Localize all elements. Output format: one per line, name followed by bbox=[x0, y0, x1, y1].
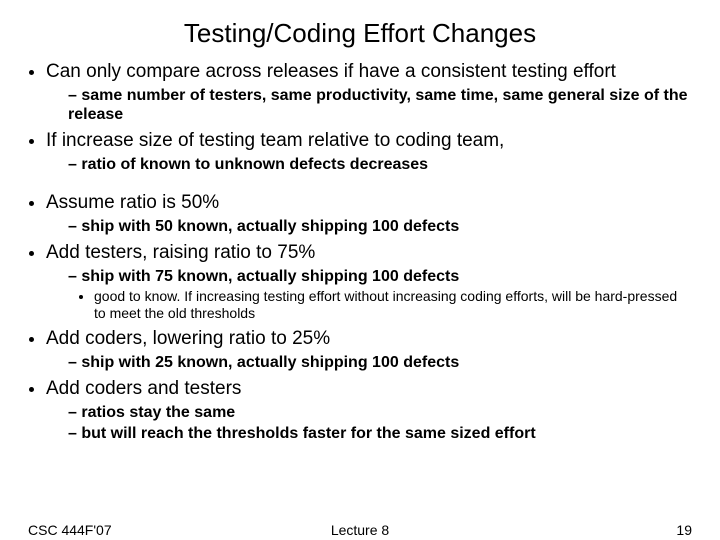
footer-right: 19 bbox=[676, 522, 692, 538]
bullet-item: Add testers, raising ratio to 75% ship wi… bbox=[46, 242, 692, 322]
bullet-text: ratio of known to unknown defects decrea… bbox=[81, 156, 428, 173]
bullet-text: Add coders and testers bbox=[46, 378, 241, 399]
sub-sub-bullet-item: good to know. If increasing testing effo… bbox=[94, 288, 692, 322]
sub-bullet-item: but will reach the thresholds faster for… bbox=[68, 424, 692, 443]
bullet-text: Add testers, raising ratio to 75% bbox=[46, 242, 315, 263]
slide-title: Testing/Coding Effort Changes bbox=[0, 0, 720, 55]
bullet-text: same number of testers, same productivit… bbox=[68, 87, 688, 123]
nested-list: ratios stay the same but will reach the t… bbox=[68, 403, 692, 443]
sub-bullet-item: ship with 50 known, actually shipping 10… bbox=[68, 217, 692, 236]
nested-list: ship with 50 known, actually shipping 10… bbox=[68, 217, 692, 236]
bullet-item: Can only compare across releases if have… bbox=[46, 61, 692, 124]
bullet-list: Can only compare across releases if have… bbox=[46, 61, 692, 443]
nested-list: good to know. If increasing testing effo… bbox=[94, 288, 692, 322]
bullet-text: but will reach the thresholds faster for… bbox=[81, 425, 535, 442]
bullet-item: If increase size of testing team relativ… bbox=[46, 130, 692, 174]
bullet-text: ship with 75 known, actually shipping 10… bbox=[81, 268, 459, 285]
slide: Testing/Coding Effort Changes Can only c… bbox=[0, 0, 720, 540]
bullet-text: Can only compare across releases if have… bbox=[46, 61, 616, 82]
sub-bullet-item: ratio of known to unknown defects decrea… bbox=[68, 155, 692, 174]
bullet-text: good to know. If increasing testing effo… bbox=[94, 288, 677, 321]
bullet-item: Add coders, lowering ratio to 25% ship wi… bbox=[46, 328, 692, 372]
sub-bullet-item: ratios stay the same bbox=[68, 403, 692, 422]
spacer bbox=[46, 176, 692, 186]
footer-center: Lecture 8 bbox=[0, 522, 720, 538]
sub-bullet-item: ship with 25 known, actually shipping 10… bbox=[68, 353, 692, 372]
bullet-text: ship with 50 known, actually shipping 10… bbox=[81, 218, 459, 235]
bullet-text: ship with 25 known, actually shipping 10… bbox=[81, 354, 459, 371]
sub-bullet-item: same number of testers, same productivit… bbox=[68, 86, 692, 124]
nested-list: ratio of known to unknown defects decrea… bbox=[68, 155, 692, 174]
bullet-item: Assume ratio is 50% ship with 50 known, a… bbox=[46, 192, 692, 236]
nested-list: ship with 75 known, actually shipping 10… bbox=[68, 267, 692, 322]
sub-bullet-item: ship with 75 known, actually shipping 10… bbox=[68, 267, 692, 322]
bullet-text: Add coders, lowering ratio to 25% bbox=[46, 328, 330, 349]
bullet-text: If increase size of testing team relativ… bbox=[46, 130, 504, 151]
bullet-text: ratios stay the same bbox=[81, 404, 235, 421]
nested-list: ship with 25 known, actually shipping 10… bbox=[68, 353, 692, 372]
bullet-item: Add coders and testers ratios stay the sa… bbox=[46, 378, 692, 443]
nested-list: same number of testers, same productivit… bbox=[68, 86, 692, 124]
bullet-text: Assume ratio is 50% bbox=[46, 192, 219, 213]
slide-content: Can only compare across releases if have… bbox=[0, 61, 720, 443]
